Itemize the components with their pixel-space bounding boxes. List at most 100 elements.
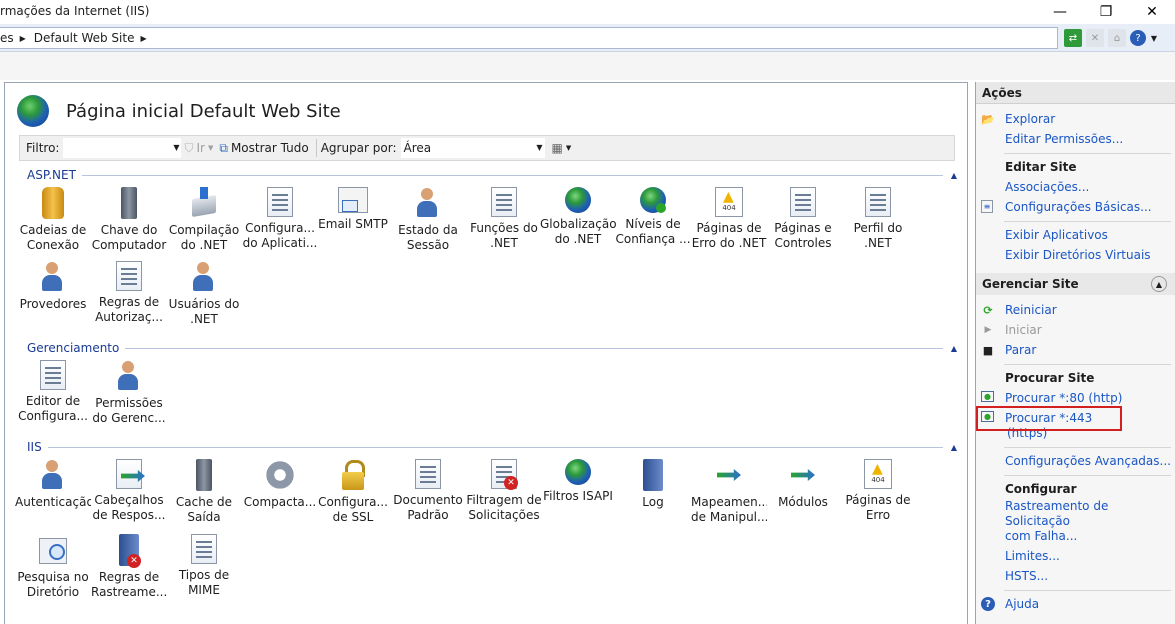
feature-providers[interactable]: Provedores [15, 261, 91, 312]
feature-default-document[interactable]: Documento Padrão [390, 459, 466, 523]
chevron-right-icon[interactable]: ▶ [140, 34, 146, 43]
stop-icon[interactable]: ✕ [1086, 29, 1104, 47]
filter-input[interactable]: ▼ [63, 138, 182, 158]
group-by-select[interactable]: Área ▼ [400, 138, 545, 158]
edit-site-heading: Editar Site [1005, 160, 1077, 174]
group-header-iis[interactable]: IIS ▲ [27, 439, 957, 455]
feature-error-pages[interactable]: 404 Páginas de Erro [840, 459, 916, 523]
maximize-button[interactable]: ❐ [1083, 0, 1129, 24]
feature-label: Documento [393, 493, 463, 507]
feature-smtp-email[interactable]: Email SMTP [315, 187, 391, 232]
feature-failed-request-tracing-rules[interactable]: Regras de Rastreame... [91, 534, 167, 600]
feature-label: Editor de [25, 394, 81, 408]
feature-label: Confiança ... [615, 232, 691, 246]
feature-label: Log [642, 495, 664, 509]
chevron-up-icon[interactable]: ▲ [1151, 276, 1167, 292]
help-icon[interactable]: ? [1130, 30, 1146, 46]
refresh-icon[interactable]: ⇄ [1064, 29, 1082, 47]
action-label: Procurar *:80 (http) [1005, 391, 1123, 405]
chevron-up-icon[interactable]: ▲ [951, 443, 957, 452]
selection-highlight [976, 406, 1122, 431]
chevron-down-icon[interactable]: ▼ [1150, 29, 1158, 47]
breadcrumb[interactable]: es ▶ Default Web Site ▶ [0, 27, 1058, 49]
breadcrumb-item-sites[interactable]: es ▶ [0, 31, 34, 45]
group-header-aspnet[interactable]: ASP.NET ▲ [27, 167, 957, 183]
feature-modules[interactable]: Módulos [765, 459, 841, 510]
group-title: IIS [27, 440, 42, 454]
limits-link[interactable]: Limites... [976, 549, 1175, 564]
basic-settings-link[interactable]: ≡ Configurações Básicas... [976, 200, 1175, 215]
feature-authorization-rules[interactable]: Regras de Autorizaç... [91, 261, 167, 325]
divider [1004, 475, 1171, 476]
feature-label: Estado da [398, 223, 458, 237]
feature-trust-levels[interactable]: Níveis de Confiança ... [615, 187, 691, 247]
close-button[interactable]: ✕ [1129, 0, 1175, 24]
failed-request-tracing-link[interactable]: Rastreamento de Solicitação com Falha... [976, 499, 1175, 544]
feature-label: Páginas de [845, 493, 911, 507]
actions-pane: Ações 📂 Explorar Editar Permissões... Ed… [975, 82, 1175, 624]
view-applications-link[interactable]: Exibir Aplicativos [976, 228, 1175, 243]
browse-https-link[interactable]: ● Procurar *:443 (https) [976, 406, 1122, 441]
hsts-link[interactable]: HSTS... [976, 569, 1175, 584]
feature-handler-mappings[interactable]: Mapeamen... de Manipul... [691, 459, 767, 525]
group-header-management[interactable]: Gerenciamento ▲ [27, 340, 957, 356]
chevron-down-icon[interactable]: ▼ [536, 143, 542, 152]
feature-label: Filtros ISAPI [543, 489, 613, 503]
feature-label: Erro do .NET [691, 236, 767, 250]
feature-configuration-editor[interactable]: Editor de Configura... [15, 360, 91, 424]
explore-link[interactable]: 📂 Explorar [976, 112, 1175, 127]
feature-authentication[interactable]: Autenticação [15, 459, 91, 510]
feature-app-settings[interactable]: Configura... do Aplicati... [242, 187, 318, 251]
group-by-value: Área [403, 141, 432, 155]
manage-site-header[interactable]: Gerenciar Site ▲ [976, 273, 1175, 295]
feature-response-headers[interactable]: Cabeçalhos de Respos... [91, 459, 167, 523]
feature-mime-types[interactable]: Tipos de MIME [166, 534, 242, 598]
feature-compression[interactable]: Compacta... [242, 459, 318, 510]
chevron-right-icon[interactable]: ▶ [20, 34, 26, 43]
breadcrumb-item-site[interactable]: Default Web Site ▶ [34, 31, 155, 45]
feature-net-profile[interactable]: Perfil do .NET [840, 187, 916, 251]
feature-label: Erro [865, 508, 891, 522]
feature-label: MIME [188, 583, 220, 597]
feature-request-filtering[interactable]: Filtragem de Solicitações [466, 459, 542, 523]
feature-directory-browsing[interactable]: Pesquisa no Diretório [15, 534, 91, 600]
bindings-link[interactable]: Associações... [976, 180, 1175, 195]
feature-net-users[interactable]: Usuários do .NET [166, 261, 242, 327]
feature-pages-controls[interactable]: Páginas e Controles [765, 187, 841, 251]
action-label: Configurações Avançadas... [1005, 454, 1171, 468]
feature-net-compilation[interactable]: Compilação do .NET [166, 187, 242, 253]
restart-link[interactable]: ⟳ Reiniciar [976, 303, 1175, 318]
feature-net-roles[interactable]: Funções do .NET [466, 187, 542, 251]
feature-connection-strings[interactable]: Cadeias de Conexão [15, 187, 91, 253]
feature-machine-key[interactable]: Chave do Computador [91, 187, 167, 253]
minimize-button[interactable]: — [1037, 0, 1083, 24]
feature-ssl-settings[interactable]: Configura... de SSL [315, 459, 391, 525]
stop-link[interactable]: ■ Parar [976, 343, 1175, 358]
settings-doc-icon: ≡ [981, 200, 993, 213]
feature-isapi-filters[interactable]: Filtros ISAPI [540, 459, 616, 504]
feature-label: Regras de [98, 570, 160, 584]
browse-http-link[interactable]: ● Procurar *:80 (http) [976, 391, 1175, 406]
chevron-down-icon[interactable]: ▼ [173, 143, 179, 152]
isapi-filters-icon [565, 459, 591, 485]
view-virtual-directories-link[interactable]: Exibir Diretórios Virtuais [976, 248, 1175, 263]
feature-manager-permissions[interactable]: Permissões do Gerenc... [91, 360, 167, 426]
edit-permissions-link[interactable]: Editar Permissões... [976, 132, 1175, 147]
feature-label: Sessão [406, 238, 450, 252]
feature-session-state[interactable]: Estado da Sessão [390, 187, 466, 253]
help-link[interactable]: ? Ajuda [976, 597, 1175, 612]
show-all-button[interactable]: ⧉ Mostrar Tudo [216, 141, 311, 156]
home-icon[interactable]: ⌂ [1108, 29, 1126, 47]
trust-levels-icon [640, 187, 666, 213]
view-toggle-button[interactable]: ▦ ▼ [549, 141, 575, 155]
feature-label: Chave do [100, 223, 158, 237]
chevron-up-icon[interactable]: ▲ [951, 171, 957, 180]
feature-label: .NET [490, 236, 518, 250]
chevron-up-icon[interactable]: ▲ [951, 344, 957, 353]
feature-net-error-pages[interactable]: 404 Páginas de Erro do .NET [691, 187, 767, 251]
feature-label: Funções do [470, 221, 538, 235]
feature-net-globalization[interactable]: Globalização do .NET [540, 187, 616, 247]
feature-logging[interactable]: Log [615, 459, 691, 510]
feature-output-caching[interactable]: Cache de Saída [166, 459, 242, 525]
advanced-settings-link[interactable]: Configurações Avançadas... [976, 454, 1175, 469]
